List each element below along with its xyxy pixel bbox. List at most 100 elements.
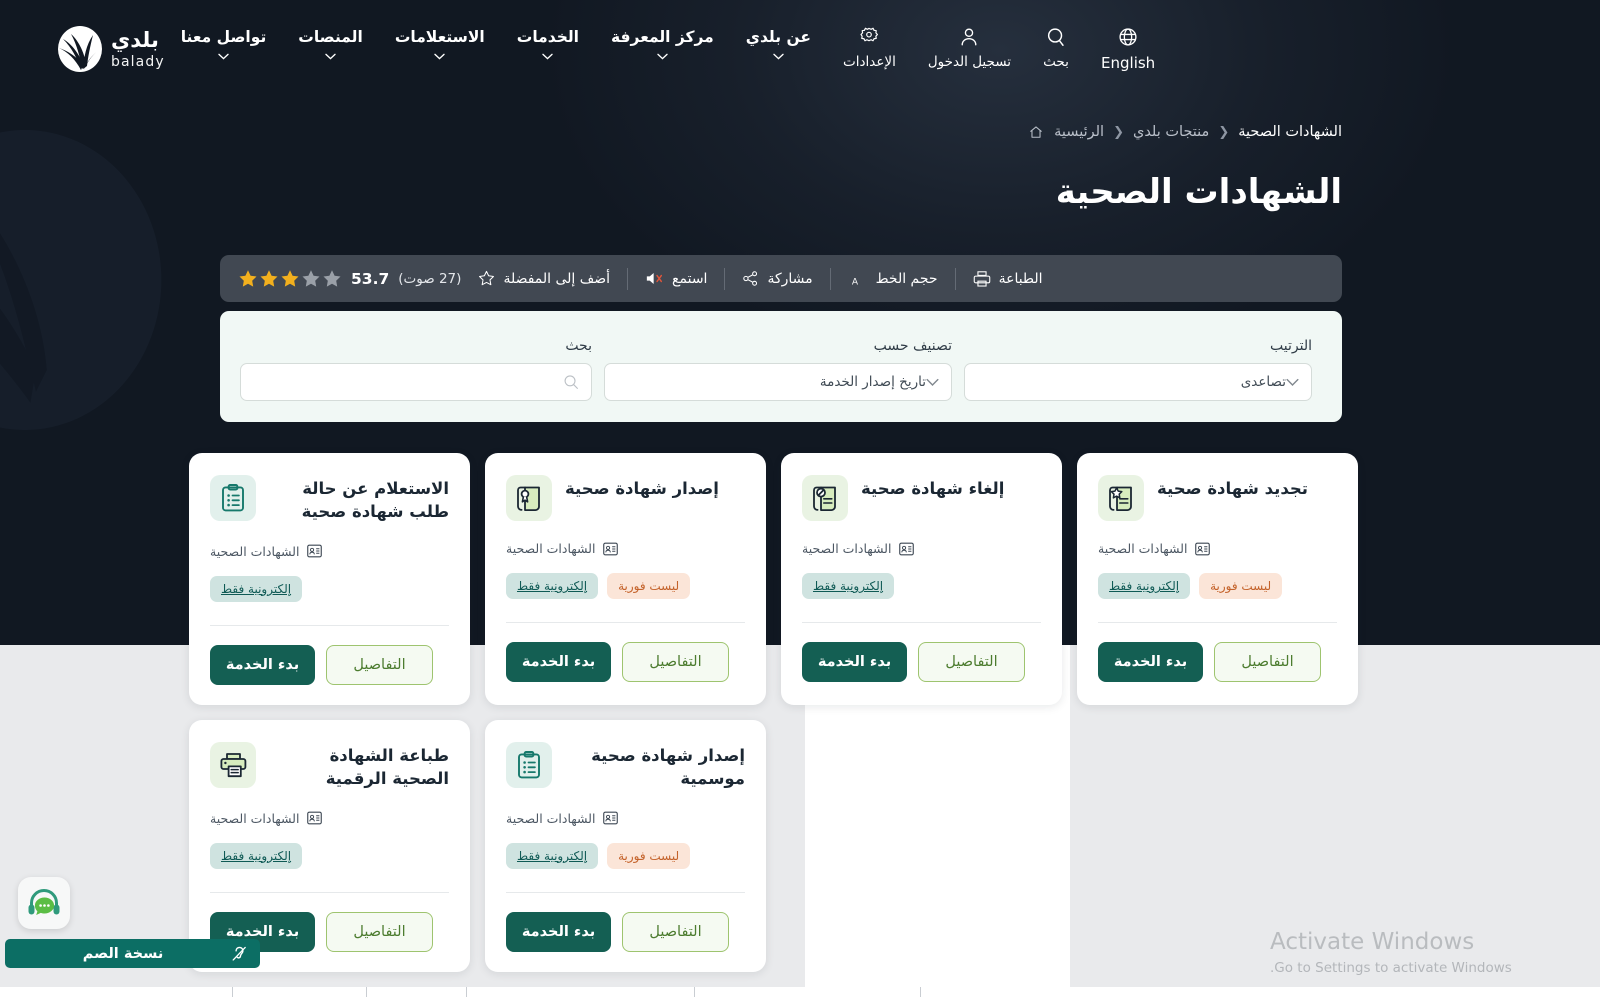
login-button[interactable]: تسجيل الدخول	[912, 22, 1027, 74]
card-title: إصدار شهادة صحية موسمية	[591, 745, 745, 789]
card-divider	[1098, 622, 1337, 623]
bottom-tick	[232, 987, 233, 997]
status-badge: إلكترونية فقط	[506, 573, 599, 599]
details-button[interactable]: التفاصيل	[326, 911, 433, 952]
card-actions: بدء الخدمة التفاصيل	[802, 642, 1041, 682]
service-card[interactable]: تجديد شهادة صحية الشهادات الصحية إلكترون…	[1077, 453, 1358, 705]
nav-item-platforms[interactable]: المنصات	[282, 22, 379, 66]
card-header: إصدار شهادة صحية	[506, 475, 745, 521]
chevron-down-icon	[773, 53, 784, 60]
card-header: طباعة الشهادة الصحية الرقمية	[210, 741, 449, 791]
rating-stars[interactable]	[238, 269, 342, 289]
details-button[interactable]: التفاصيل	[918, 642, 1025, 682]
service-card[interactable]: إلغاء شهادة صحية الشهادات الصحية إلكترون…	[781, 453, 1062, 705]
font-size-button[interactable]: A A حجم الخط	[831, 270, 955, 288]
card-divider	[506, 622, 745, 623]
id-card-icon	[307, 544, 323, 558]
start-service-button[interactable]: بدء الخدمة	[506, 911, 611, 952]
card-actions: بدء الخدمة التفاصيل	[210, 644, 449, 685]
card-icon-wrapper	[210, 741, 256, 788]
gear-icon	[860, 27, 879, 42]
service-card[interactable]: الاستعلام عن حالة طلب شهادة صحية الشهادا…	[189, 453, 470, 705]
deaf-version-button[interactable]: نسخة الصم	[5, 939, 260, 968]
sort-by-field-group: تصنيف حسب تاريخ إصدار الخدمة	[604, 338, 952, 401]
card-actions: بدء الخدمة التفاصيل	[506, 911, 745, 952]
nav-item-contact-us[interactable]: تواصل معنا	[165, 22, 283, 66]
start-service-button[interactable]: بدء الخدمة	[802, 642, 907, 682]
start-service-button[interactable]: بدء الخدمة	[1098, 642, 1203, 682]
card-divider	[210, 624, 449, 626]
nav-item-inquiries[interactable]: الاستعلامات	[379, 22, 501, 66]
card-category: الشهادات الصحية	[506, 541, 745, 556]
breadcrumb-item-home[interactable]: الرئيسية	[1054, 124, 1104, 140]
toolbar-divider	[724, 267, 726, 290]
main-menu: عن بلدي مركز المعرفة الخدمات الاستعلامات…	[165, 22, 827, 66]
start-service-button[interactable]: بدء الخدمة	[506, 642, 611, 682]
search-icon	[1047, 28, 1064, 46]
nav-item-knowledge-center[interactable]: مركز المعرفة	[595, 22, 730, 66]
action-label: مشاركة	[767, 270, 813, 287]
listen-button[interactable]: استمع	[628, 270, 724, 287]
star-empty-icon	[302, 269, 320, 287]
chevron-down-icon	[218, 53, 229, 60]
nav-label: الخدمات	[516, 28, 579, 46]
printer-doc-icon	[220, 752, 246, 777]
card-divider	[506, 891, 745, 893]
card-category: الشهادات الصحية	[210, 811, 449, 826]
breadcrumb-item-products[interactable]: منتجات بلدي	[1133, 124, 1209, 140]
tool-label: English	[1101, 54, 1156, 72]
home-icon[interactable]	[1029, 125, 1043, 139]
details-button[interactable]: التفاصيل	[622, 642, 729, 682]
start-service-button[interactable]: بدء الخدمة	[210, 644, 315, 685]
search-input[interactable]	[253, 374, 563, 390]
details-button[interactable]: التفاصيل	[326, 644, 433, 685]
rating-widget: 53.7 (27 صوت)	[238, 269, 461, 289]
print-button[interactable]: الطباعة	[956, 270, 1060, 288]
search-button[interactable]: بحث	[1027, 22, 1085, 74]
nav-item-services[interactable]: الخدمات	[501, 22, 595, 66]
accessibility-assistant-button[interactable]	[18, 877, 70, 929]
rating-value: 53.7	[351, 269, 390, 288]
status-badge: ليست فورية	[1199, 573, 1283, 599]
card-category: الشهادات الصحية	[802, 541, 1041, 556]
details-button[interactable]: التفاصيل	[622, 911, 729, 952]
card-header: إلغاء شهادة صحية	[802, 475, 1041, 521]
bottom-tick	[466, 987, 467, 997]
card-badges: إلكترونية فقط ليست فورية	[1098, 573, 1337, 599]
card-actions: بدء الخدمة التفاصيل	[506, 642, 745, 682]
service-card[interactable]: إصدار شهادة صحية موسمية الشهادات الصحية …	[485, 719, 766, 972]
order-select[interactable]: تصاعدى	[964, 363, 1312, 401]
language-switch-button[interactable]: English	[1085, 22, 1171, 76]
breadcrumb: الشهادات الصحية ❮ منتجات بلدي ❮ الرئيسية	[1029, 124, 1342, 140]
share-button[interactable]: مشاركة	[725, 270, 829, 287]
settings-button[interactable]: الإعدادات	[827, 22, 912, 74]
certificate-renew-icon	[1108, 486, 1132, 511]
nav-item-about[interactable]: عن بلدي	[730, 22, 827, 66]
service-card[interactable]: طباعة الشهادة الصحية الرقمية الشهادات ال…	[189, 719, 470, 972]
card-header: الاستعلام عن حالة طلب شهادة صحية	[210, 475, 449, 524]
id-card-icon	[1195, 542, 1211, 555]
toolbar-divider	[829, 267, 831, 290]
chevron-down-icon	[926, 378, 939, 386]
search-input-wrapper[interactable]	[240, 363, 592, 401]
order-value: تصاعدى	[1240, 374, 1286, 390]
add-to-favorites-button[interactable]: أضف إلى المفضلة	[461, 270, 627, 287]
card-category: الشهادات الصحية	[1098, 541, 1337, 556]
card-title: تجديد شهادة صحية	[1157, 479, 1308, 498]
nav-utility-tools: الإعدادات تسجيل الدخول بحث English	[827, 22, 1171, 76]
bottom-tick	[920, 987, 921, 997]
nav-label: الاستعلامات	[394, 28, 485, 46]
brand-logo[interactable]: بلدي balady	[58, 26, 165, 72]
card-divider	[802, 622, 1041, 623]
sort-by-select[interactable]: تاريخ إصدار الخدمة	[604, 363, 952, 401]
clipboard-list-icon	[518, 750, 540, 779]
card-title: إلغاء شهادة صحية	[861, 479, 1005, 498]
card-category: الشهادات الصحية	[210, 544, 449, 559]
card-title: طباعة الشهادة الصحية الرقمية	[325, 745, 449, 789]
card-category-label: الشهادات الصحية	[802, 541, 892, 556]
card-category-label: الشهادات الصحية	[506, 541, 596, 556]
service-card[interactable]: إصدار شهادة صحية الشهادات الصحية إلكترون…	[485, 453, 766, 705]
card-category-label: الشهادات الصحية	[210, 810, 300, 826]
details-button[interactable]: التفاصيل	[1214, 642, 1321, 682]
card-icon-wrapper	[1098, 475, 1144, 521]
